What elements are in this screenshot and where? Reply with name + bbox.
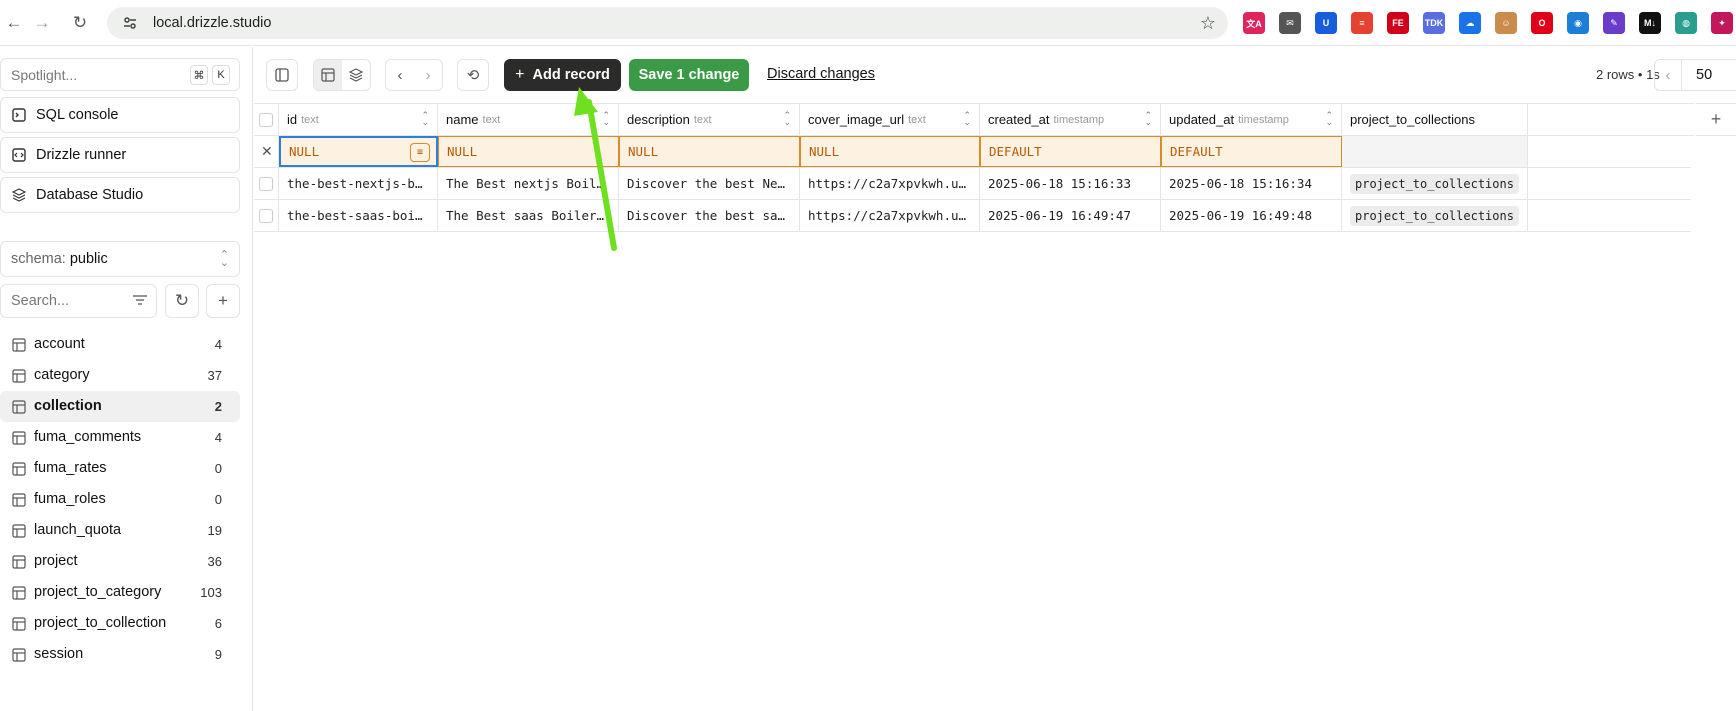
- annotation-arrow: [574, 87, 617, 251]
